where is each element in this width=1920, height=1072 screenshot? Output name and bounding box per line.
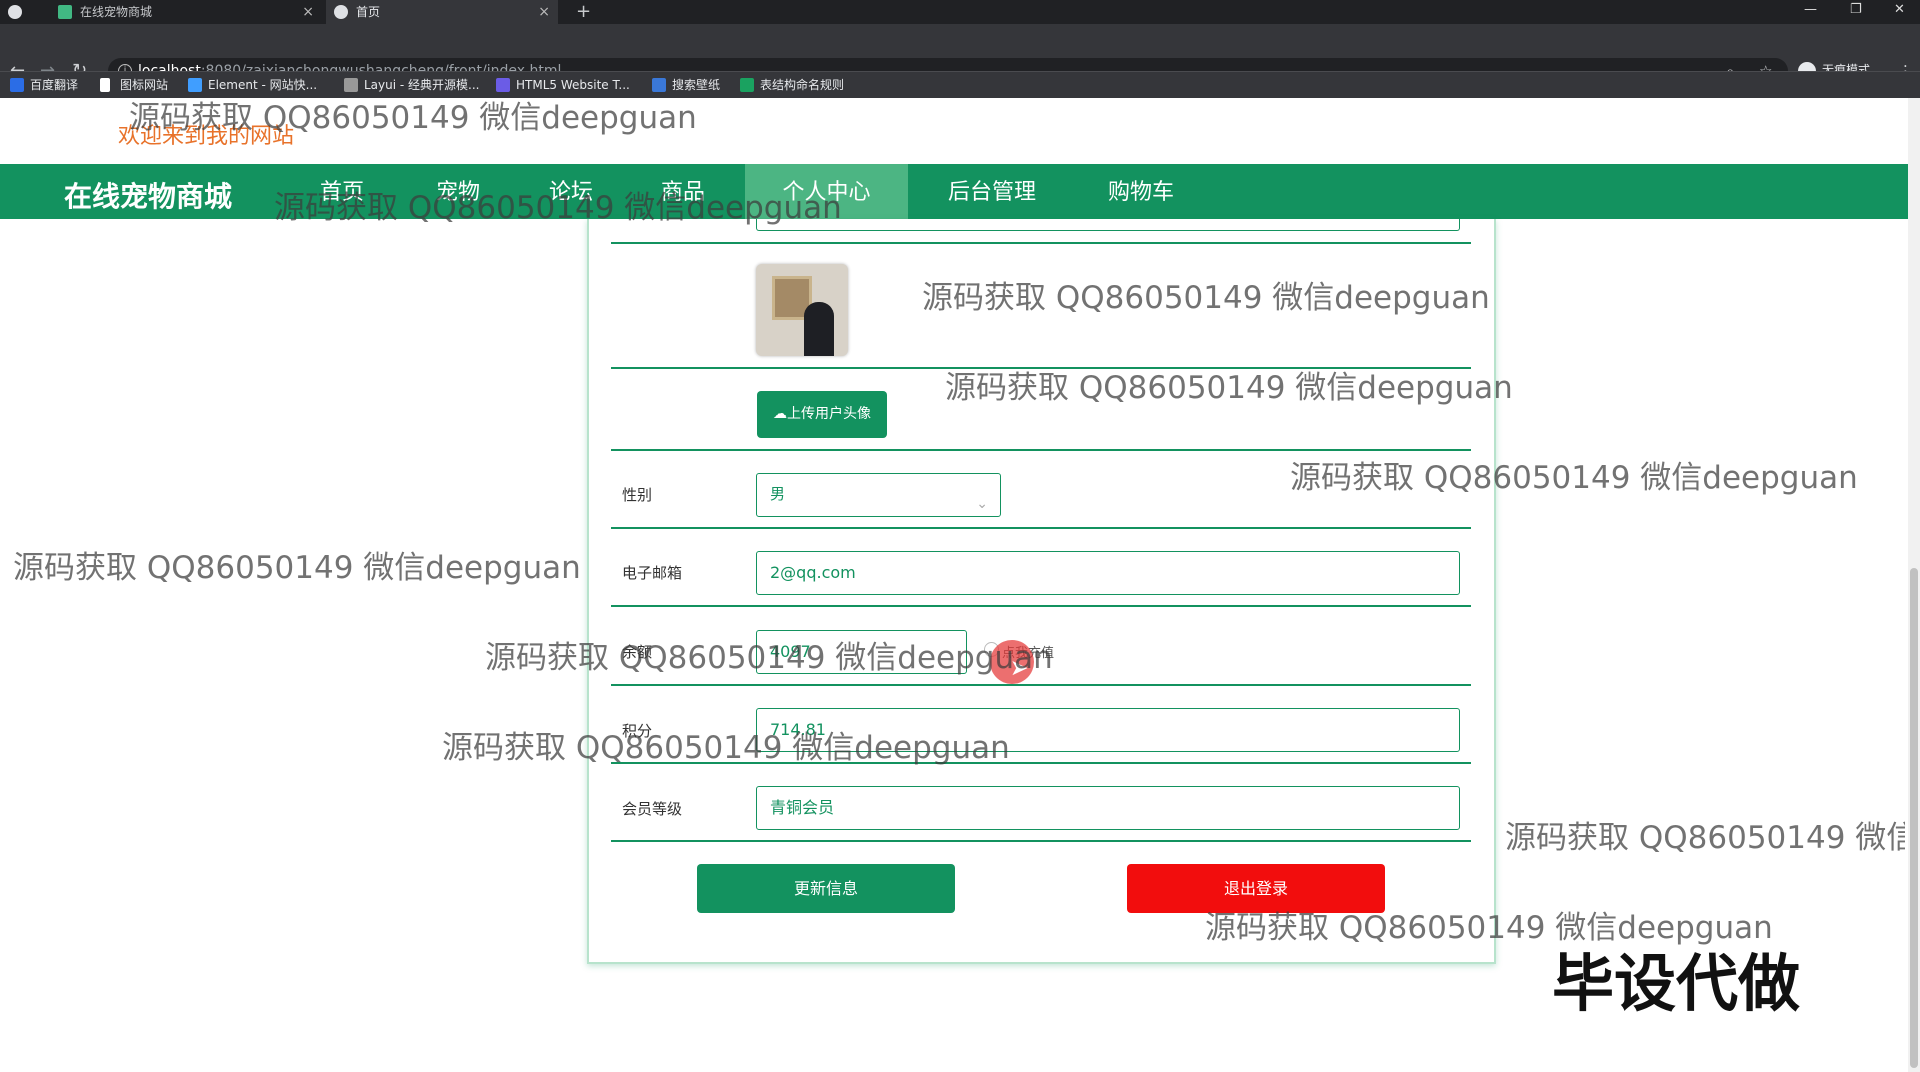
scrollbar-thumb[interactable] — [1910, 568, 1918, 1068]
divider — [611, 605, 1471, 607]
vue-icon — [58, 5, 72, 19]
watermark: 源码获取 QQ86050149 微信deepguan — [274, 190, 842, 226]
globe-icon — [334, 5, 348, 19]
restore-icon[interactable]: ❐ — [1850, 0, 1862, 20]
minimize-icon[interactable]: — — [1804, 0, 1817, 20]
divider — [611, 527, 1471, 529]
watermark: 源码获取 QQ86050149 微信deepguan — [129, 100, 697, 136]
watermark: 源码获取 QQ86050149 微信deepguan — [442, 730, 1010, 766]
avatar-person — [804, 302, 834, 356]
user-avatar — [756, 264, 848, 356]
bookmark-item[interactable]: 表结构命名规则 — [740, 77, 844, 93]
bookmark-item[interactable]: Element - 网站快... — [188, 77, 317, 93]
update-info-button[interactable]: 更新信息 — [697, 864, 955, 913]
email-field[interactable]: 2@qq.com — [756, 551, 1460, 595]
bookmark-label: 搜索壁纸 — [672, 78, 721, 92]
corner-overlay-text: 毕设代做 — [1552, 947, 1801, 1020]
sheet-icon — [740, 78, 754, 92]
bookmark-item[interactable]: HTML5 Website T... — [496, 77, 630, 93]
nav-admin[interactable]: 后台管理 — [920, 164, 1064, 219]
translate-icon — [10, 78, 24, 92]
close-icon[interactable]: × — [302, 0, 314, 24]
watermark: 源码获取 QQ86050149 微信deepguan — [945, 370, 1513, 406]
member-level-field[interactable]: 青铜会员 — [756, 786, 1460, 830]
bookmark-item[interactable]: Layui - 经典开源模... — [344, 77, 479, 93]
bookmark-label: Element - 网站快... — [208, 78, 318, 92]
bookmark-item[interactable]: 图标网站 — [100, 77, 168, 93]
upload-avatar-button[interactable]: ☁上传用户头像 — [757, 391, 887, 438]
email-label: 电子邮箱 — [622, 564, 683, 582]
cloud-upload-icon: ☁ — [773, 406, 787, 422]
watermark: 源码获取 QQ86050149 微信deepguan — [1290, 460, 1858, 496]
new-tab-button[interactable]: + — [568, 0, 598, 24]
watermark: 源码获取 QQ86050149 微信deepguan — [485, 640, 1053, 676]
bookmark-item[interactable]: 搜索壁纸 — [652, 77, 720, 93]
flag-icon — [100, 78, 110, 92]
watermark: 源码获取 QQ86050149 微信deepguan — [922, 280, 1490, 316]
window-close-icon[interactable]: ✕ — [1894, 0, 1905, 20]
gender-select[interactable]: 男 ⌄ — [756, 473, 1001, 517]
chrome-icon — [8, 5, 22, 19]
tab-pet-shop[interactable]: 在线宠物商城 × — [50, 0, 322, 24]
site-brand[interactable]: 在线宠物商城 — [64, 175, 232, 215]
bookmark-label: 百度翻译 — [30, 78, 79, 92]
bookmark-label: HTML5 Website T... — [516, 78, 630, 92]
divider — [611, 840, 1471, 842]
divider — [611, 684, 1471, 686]
tab-label: 在线宠物商城 — [80, 5, 153, 19]
address-bar-area: ← → ↻ i localhost:8080/zaixianchongwusha… — [0, 24, 1920, 84]
divider — [611, 242, 1471, 244]
watermark: 源码获取 QQ86050149 微信deepguan — [1505, 820, 1905, 856]
bookmark-label: 表结构命名规则 — [760, 78, 845, 92]
tab-group-icon[interactable] — [0, 0, 46, 24]
watermark: 源码获取 QQ86050149 微信deepguan — [13, 550, 581, 586]
divider — [611, 449, 1471, 451]
bookmark-item[interactable]: 百度翻译 — [10, 77, 78, 93]
bookmark-label: Layui - 经典开源模... — [364, 78, 480, 92]
browser-tab-bar: 在线宠物商城 × 首页 × + — ❐ ✕ — [0, 0, 1920, 24]
nav-cart[interactable]: 购物车 — [1076, 164, 1206, 219]
page-scrollbar[interactable] — [1908, 98, 1920, 1072]
upload-label: 上传用户头像 — [787, 406, 871, 422]
element-icon — [188, 78, 202, 92]
partial-input[interactable] — [756, 219, 1460, 231]
html5-icon — [496, 78, 510, 92]
layui-icon — [344, 78, 358, 92]
tab-label: 首页 — [356, 5, 381, 19]
wallpaper-icon — [652, 78, 666, 92]
chevron-down-icon: ⌄ — [976, 496, 988, 512]
gender-label: 性别 — [622, 486, 653, 504]
member-level-label: 会员等级 — [622, 800, 683, 818]
gender-value: 男 — [770, 485, 786, 503]
close-icon[interactable]: × — [538, 0, 550, 24]
bookmark-label: 图标网站 — [120, 78, 169, 92]
tab-home[interactable]: 首页 × — [326, 0, 558, 24]
